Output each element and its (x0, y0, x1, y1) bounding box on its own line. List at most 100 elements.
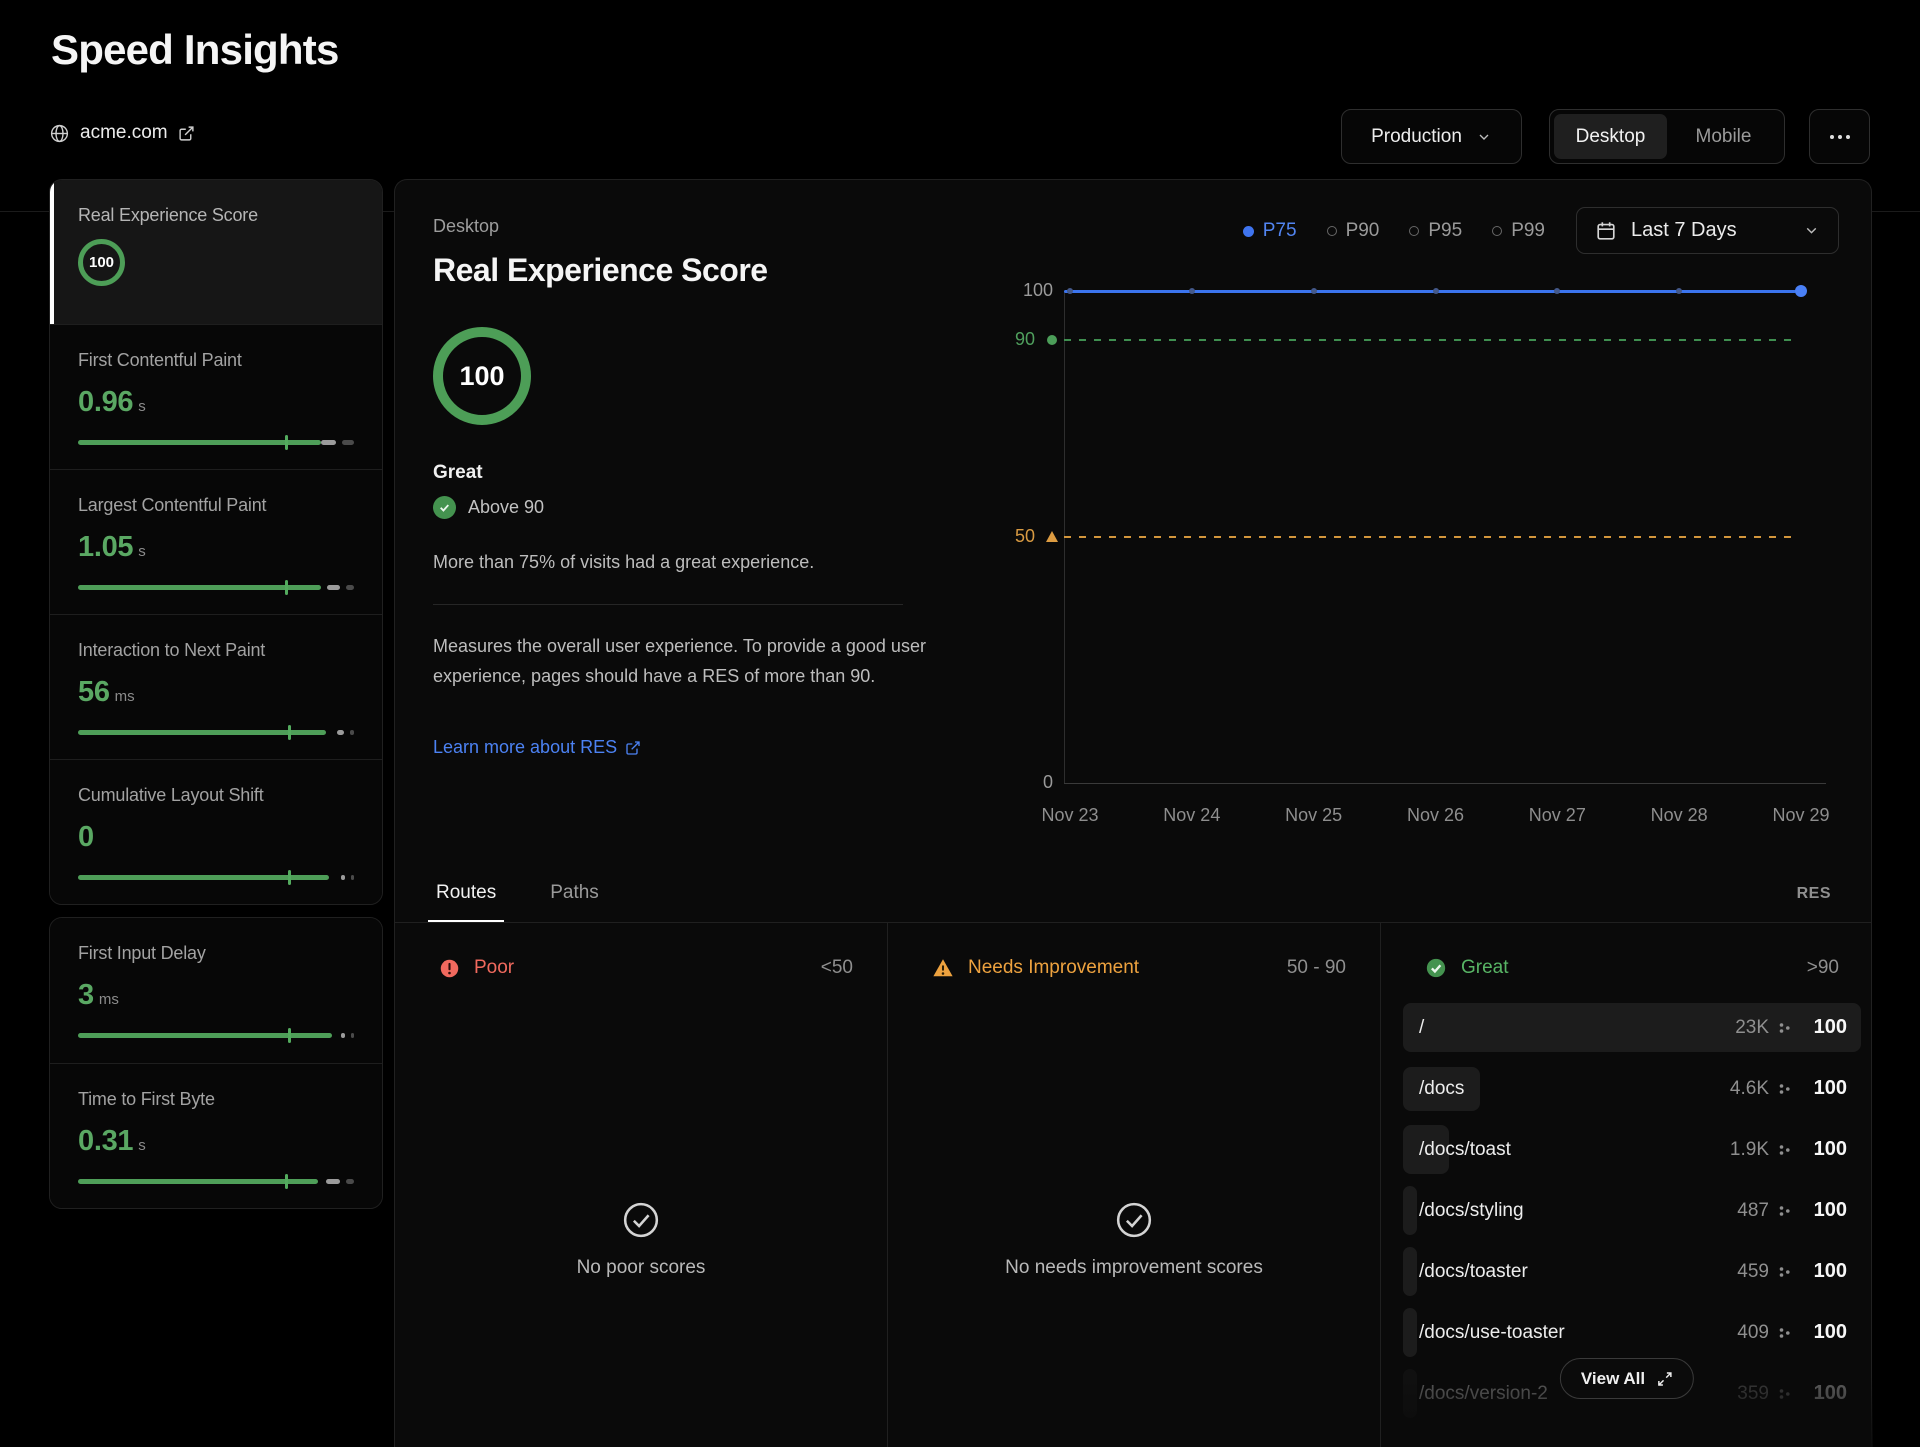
panel-title: Real Experience Score (433, 252, 768, 289)
sidebar-card-cls[interactable]: Cumulative Layout Shift0 (50, 759, 382, 904)
bar-segment-dark (351, 1033, 354, 1038)
score-value: 100 (459, 361, 504, 392)
more-options-button[interactable] (1809, 109, 1870, 164)
metric-sidebar: Real Experience Score100First Contentful… (49, 179, 383, 1221)
poor-title: Poor (474, 957, 514, 979)
route-visits: 409 (1737, 1322, 1769, 1344)
legend-label: P95 (1428, 220, 1462, 242)
route-metrics: 4.6K 100 (1730, 1077, 1847, 1100)
route-row[interactable]: /docs/toaster459100 (1403, 1247, 1861, 1296)
route-score: 100 (1801, 1321, 1847, 1344)
distribution-dots-icon (1779, 1143, 1791, 1157)
rating-label: Great (433, 462, 483, 484)
tab-routes[interactable]: Routes (428, 882, 504, 922)
bar-segment-dark (346, 585, 354, 590)
metric-value-row: 0.31s (78, 1125, 354, 1158)
legend-ring-icon (1327, 226, 1337, 236)
sidebar-card-fid[interactable]: First Input Delay3ms (50, 918, 382, 1063)
legend-p75[interactable]: P75 (1243, 220, 1297, 242)
device-option-mobile[interactable]: Mobile (1667, 114, 1780, 159)
metric-value: 56 (78, 676, 110, 709)
speed-insights-page: Speed Insights acme.com Production Deskt… (0, 0, 1920, 1447)
bar-marker (288, 725, 291, 740)
environment-select[interactable]: Production (1341, 109, 1522, 164)
metric-title: First Input Delay (78, 943, 354, 964)
route-visits: 4.6K (1730, 1078, 1769, 1100)
metric-unit: ms (115, 688, 135, 705)
route-path: /docs/toast (1403, 1139, 1511, 1161)
data-point (1189, 288, 1195, 294)
distribution-dots-icon (1779, 1204, 1791, 1218)
route-row[interactable]: /23K100 (1403, 1003, 1861, 1052)
metric-value-row: 56 ms (78, 676, 354, 709)
metric-value-row: 0 (78, 821, 354, 854)
bar-segment-light (341, 1033, 345, 1038)
sidebar-card-fcp[interactable]: First Contentful Paint0.96s (50, 324, 382, 469)
y-tick-90: 90 (983, 329, 1035, 350)
bar-segment-light (337, 730, 344, 735)
sidebar-card-ttfb[interactable]: Time to First Byte0.31s (50, 1063, 382, 1208)
route-path: /docs/styling (1403, 1200, 1524, 1222)
route-row[interactable]: /docs/use-toaster409100 (1403, 1308, 1861, 1357)
metric-threshold-bar (78, 730, 354, 735)
route-row[interactable]: /docs/styling 487100 (1403, 1186, 1861, 1235)
poor-empty-text: No poor scores (577, 1257, 706, 1279)
legend-dot-icon (1243, 226, 1254, 237)
x-tick-label: Nov 28 (1634, 805, 1724, 826)
route-score: 100 (1801, 1260, 1847, 1283)
route-visits: 23K (1735, 1017, 1769, 1039)
distribution-dots-icon (1779, 1387, 1791, 1401)
legend-p95[interactable]: P95 (1409, 220, 1462, 242)
needs-improvement-header: Needs Improvement 50 - 90 (888, 923, 1380, 979)
metric-value: 1.05 (78, 531, 133, 564)
p75-series-line (1064, 290, 1796, 293)
date-range-select[interactable]: Last 7 Days (1576, 207, 1839, 254)
sidebar-card-lcp[interactable]: Largest Contentful Paint1.05s (50, 469, 382, 614)
needs-improvement-range: 50 - 90 (1287, 957, 1346, 979)
learn-more-link[interactable]: Learn more about RES (433, 737, 641, 758)
needs-improvement-empty-text: No needs improvement scores (1005, 1257, 1263, 1279)
route-score: 100 (1801, 1077, 1847, 1100)
bar-segment-dark (342, 440, 354, 445)
table-metric-label: RES (1797, 885, 1831, 903)
device-option-desktop[interactable]: Desktop (1554, 114, 1667, 159)
metric-title: Interaction to Next Paint (78, 640, 354, 661)
x-tick-label: Nov 25 (1269, 805, 1359, 826)
bar-segment-light (326, 1179, 340, 1184)
site-link[interactable]: acme.com (49, 122, 195, 144)
tab-paths[interactable]: Paths (542, 882, 607, 922)
metric-card-group: First Input Delay3msTime to First Byte0.… (49, 917, 383, 1209)
bar-segment-dark (346, 1179, 354, 1184)
route-visits: 487 (1737, 1200, 1769, 1222)
metric-card-group: Real Experience Score100First Contentful… (49, 179, 383, 905)
route-path: / (1403, 1017, 1424, 1039)
x-tick-label: Nov 24 (1147, 805, 1237, 826)
calendar-icon (1595, 220, 1617, 242)
route-row[interactable]: /docs/toast1.9K100 (1403, 1125, 1861, 1174)
bar-segment-light (321, 440, 336, 445)
sidebar-card-inp[interactable]: Interaction to Next Paint 56 ms (50, 614, 382, 759)
x-tick-label: Nov 23 (1025, 805, 1115, 826)
bar-segment-light (341, 875, 345, 880)
bar-fill (78, 1033, 332, 1038)
route-metrics: 359100 (1737, 1382, 1847, 1405)
legend-p99[interactable]: P99 (1492, 220, 1545, 242)
metric-threshold-bar (78, 875, 354, 880)
metric-threshold-bar (78, 1179, 354, 1184)
poor-threshold-triangle-icon (1046, 531, 1058, 542)
metric-title: Largest Contentful Paint (78, 495, 354, 516)
legend-p90[interactable]: P90 (1327, 220, 1380, 242)
bar-segment-dark (351, 875, 354, 880)
section-divider (433, 604, 903, 605)
y-axis (1064, 291, 1065, 783)
poor-range: <50 (821, 957, 853, 979)
needs-improvement-empty-state: No needs improvement scores (888, 979, 1380, 1279)
route-metrics: 487100 (1737, 1199, 1847, 1222)
legend-ring-icon (1409, 226, 1419, 236)
distribution-dots-icon (1779, 1265, 1791, 1279)
view-all-button[interactable]: View All (1560, 1358, 1694, 1399)
legend-ring-icon (1492, 226, 1502, 236)
route-row[interactable]: /docs4.6K100 (1403, 1064, 1861, 1113)
poor-empty-state: No poor scores (395, 979, 887, 1279)
sidebar-card-res[interactable]: Real Experience Score100 (50, 180, 382, 324)
